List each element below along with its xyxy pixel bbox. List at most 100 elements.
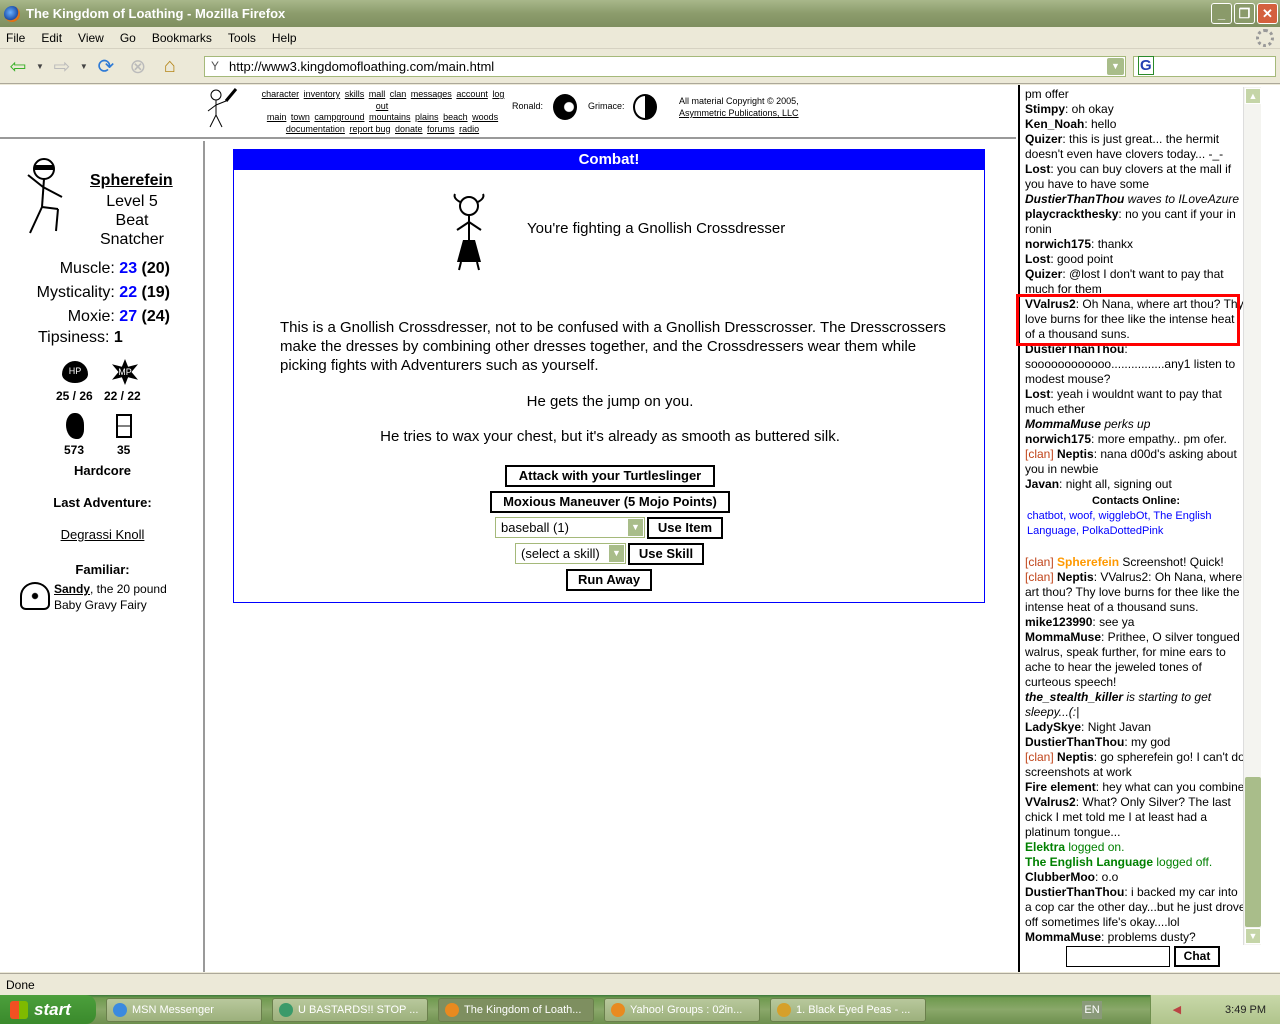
chat-username[interactable]: Javan xyxy=(1025,477,1059,491)
link-character[interactable]: character xyxy=(262,89,300,99)
chat-username[interactable]: Lost xyxy=(1025,162,1050,176)
task-winamp[interactable]: 1. Black Eyed Peas - ... xyxy=(770,997,926,1022)
menu-edit[interactable]: Edit xyxy=(41,31,62,45)
chat-username[interactable]: ClubberMoo xyxy=(1025,870,1095,884)
chat-username[interactable]: Ken_Noah xyxy=(1025,117,1084,131)
chat-username[interactable]: norwich175 xyxy=(1025,432,1091,446)
task-yahoo-groups[interactable]: Yahoo! Groups : 02in... xyxy=(604,997,760,1022)
stop-icon[interactable]: ⊗ xyxy=(124,54,152,80)
publisher-link[interactable]: Asymmetric Publications, LLC xyxy=(679,108,799,118)
chat-username[interactable]: Neptis xyxy=(1057,570,1094,584)
item-select[interactable]: baseball (1) ▼ xyxy=(495,517,645,538)
chat-username[interactable]: DustierThanThou xyxy=(1025,342,1124,356)
home-icon[interactable]: ⌂ xyxy=(156,54,184,80)
chevron-down-icon[interactable]: ▼ xyxy=(609,545,624,562)
chat-username[interactable]: Quizer xyxy=(1025,132,1062,146)
task-chat-window[interactable]: U BASTARDS!! STOP ... xyxy=(272,997,428,1022)
chat-username[interactable]: the_stealth_killer xyxy=(1025,690,1123,704)
link-plains[interactable]: plains xyxy=(415,112,439,122)
chat-username[interactable]: DustierThanThou xyxy=(1025,192,1124,206)
chat-username[interactable]: DustierThanThou xyxy=(1025,885,1124,899)
chat-username[interactable]: MommaMuse xyxy=(1025,930,1101,944)
skill-select[interactable]: (select a skill) ▼ xyxy=(515,543,626,564)
task-kingdom-of-loathing[interactable]: The Kingdom of Loath... xyxy=(438,997,594,1022)
menu-go[interactable]: Go xyxy=(120,31,136,45)
link-report-bug[interactable]: report bug xyxy=(349,124,390,134)
link-mountains[interactable]: mountains xyxy=(369,112,411,122)
link-radio[interactable]: radio xyxy=(459,124,479,134)
link-inventory[interactable]: inventory xyxy=(304,89,341,99)
menu-help[interactable]: Help xyxy=(272,31,297,45)
link-main[interactable]: main xyxy=(267,112,287,122)
google-icon[interactable]: G xyxy=(1138,56,1154,75)
forward-arrow-icon[interactable]: ⇨ xyxy=(48,54,76,80)
start-button[interactable]: start xyxy=(0,995,96,1024)
contacts-online-list[interactable]: chatbot, woof, wigglebOt, The English La… xyxy=(1025,509,1247,539)
back-dropdown-icon[interactable]: ▼ xyxy=(36,62,44,71)
link-documentation[interactable]: documentation xyxy=(286,124,345,134)
chat-username[interactable]: playcrackthesky xyxy=(1025,207,1118,221)
chat-username[interactable]: Quizer xyxy=(1025,267,1062,281)
use-item-button[interactable]: Use Item xyxy=(647,517,723,539)
chat-username[interactable]: Lost xyxy=(1025,252,1050,266)
link-town[interactable]: town xyxy=(291,112,310,122)
tray-expand-icon[interactable]: ◀ xyxy=(1173,1003,1181,1016)
use-skill-button[interactable]: Use Skill xyxy=(628,543,704,565)
link-messages[interactable]: messages xyxy=(411,89,452,99)
close-button[interactable]: ✕ xyxy=(1257,3,1278,24)
chat-button[interactable]: Chat xyxy=(1174,946,1220,967)
chevron-down-icon[interactable]: ▼ xyxy=(628,519,643,536)
menu-tools[interactable]: Tools xyxy=(228,31,256,45)
menu-bookmarks[interactable]: Bookmarks xyxy=(152,31,212,45)
chat-username[interactable]: Stimpy xyxy=(1025,102,1065,116)
url-bar[interactable]: Y http://www3.kingdomofloathing.com/main… xyxy=(204,56,1126,77)
link-skills[interactable]: skills xyxy=(345,89,365,99)
chat-username[interactable]: DustierThanThou xyxy=(1025,735,1124,749)
menu-view[interactable]: View xyxy=(78,31,104,45)
link-campground[interactable]: campground xyxy=(314,112,364,122)
chat-username[interactable]: VValrus2 xyxy=(1025,795,1076,809)
run-away-button[interactable]: Run Away xyxy=(566,569,652,591)
chat-username[interactable]: mike123990 xyxy=(1025,615,1092,629)
chat-username[interactable]: Lost xyxy=(1025,387,1050,401)
chat-username[interactable]: Fire element xyxy=(1025,780,1096,794)
link-forums[interactable]: forums xyxy=(427,124,455,134)
chat-username[interactable]: The English Language xyxy=(1025,855,1153,869)
character-name-link[interactable]: Spherefein xyxy=(90,172,173,190)
language-indicator[interactable]: EN xyxy=(1082,1001,1102,1019)
character-avatar[interactable] xyxy=(22,157,72,237)
forward-dropdown-icon[interactable]: ▼ xyxy=(80,62,88,71)
scroll-down-icon[interactable]: ▼ xyxy=(1245,928,1261,944)
scroll-thumb[interactable] xyxy=(1245,777,1261,927)
minimize-button[interactable]: _ xyxy=(1211,3,1232,24)
link-woods[interactable]: woods xyxy=(472,112,498,122)
scroll-up-icon[interactable]: ▲ xyxy=(1245,88,1261,104)
chat-username[interactable]: MommaMuse xyxy=(1025,630,1101,644)
link-mall[interactable]: mall xyxy=(369,89,386,99)
chat-input[interactable] xyxy=(1066,946,1170,967)
attack-button[interactable]: Attack with your Turtleslinger xyxy=(505,465,715,487)
chat-username[interactable]: norwich175 xyxy=(1025,237,1091,251)
skill-moxious-maneuver-button[interactable]: Moxious Maneuver (5 Mojo Points) xyxy=(490,491,730,513)
back-arrow-icon[interactable]: ⇦ xyxy=(4,54,32,80)
link-clan[interactable]: clan xyxy=(390,89,407,99)
restore-button[interactable]: ❐ xyxy=(1234,3,1255,24)
link-donate[interactable]: donate xyxy=(395,124,423,134)
chat-username[interactable]: MommaMuse xyxy=(1025,417,1101,431)
familiar-name-link[interactable]: Sandy xyxy=(54,582,90,596)
chat-username[interactable]: Neptis xyxy=(1057,750,1094,764)
link-beach[interactable]: beach xyxy=(443,112,468,122)
last-adventure-link[interactable]: Degrassi Knoll xyxy=(0,527,205,542)
chat-username[interactable]: Spherefein xyxy=(1057,555,1119,569)
link-account[interactable]: account xyxy=(456,89,488,99)
menu-file[interactable]: File xyxy=(6,31,25,45)
chat-username[interactable]: Neptis xyxy=(1057,447,1094,461)
task-msn-messenger[interactable]: MSN Messenger xyxy=(106,997,262,1022)
chat-username[interactable]: Elektra xyxy=(1025,840,1065,854)
url-dropdown-icon[interactable]: ▼ xyxy=(1107,58,1124,75)
reload-icon[interactable]: ⟳ xyxy=(92,54,120,80)
chat-username[interactable]: VValrus2 xyxy=(1025,297,1076,311)
chat-username[interactable]: LadySkye xyxy=(1025,720,1081,734)
chat-scrollbar[interactable]: ▲ ▼ xyxy=(1243,87,1261,945)
search-box[interactable]: G xyxy=(1133,56,1276,77)
